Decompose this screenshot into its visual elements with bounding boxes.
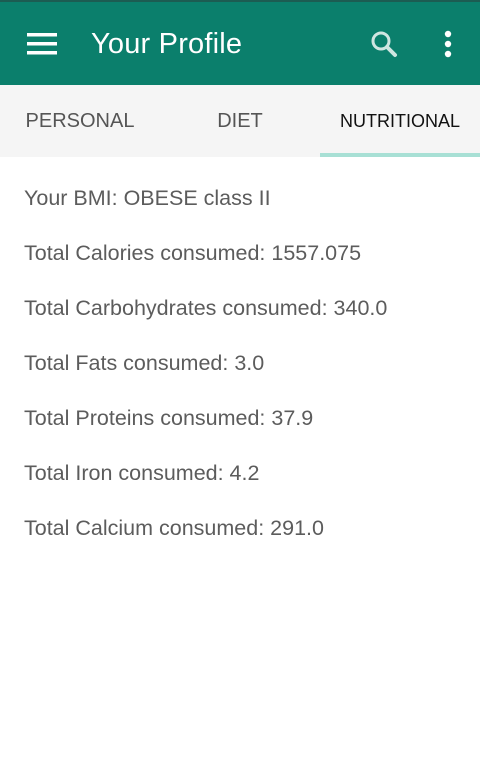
toolbar: Your Profile <box>0 2 480 85</box>
more-vert-icon <box>444 30 452 58</box>
carbohydrates-text: Total Carbohydrates consumed: 340.0 <box>24 296 388 320</box>
fats-text: Total Fats consumed: 3.0 <box>24 351 265 375</box>
proteins-text: Total Proteins consumed: 37.9 <box>24 406 314 430</box>
app-screen: Your Profile PERSONAL DIET NUTRITIONAL Y… <box>0 0 480 763</box>
iron-text: Total Iron consumed: 4.2 <box>24 461 260 485</box>
calcium-text: Total Calcium consumed: 291.0 <box>24 516 324 540</box>
tab-personal[interactable]: PERSONAL <box>0 85 160 157</box>
tab-nutritional[interactable]: NUTRITIONAL <box>320 85 480 157</box>
overflow-menu-button[interactable] <box>426 22 470 66</box>
bmi-text: Your BMI: OBESE class II <box>24 186 271 210</box>
search-button[interactable] <box>362 22 406 66</box>
calories-text: Total Calories consumed: 1557.075 <box>24 241 362 265</box>
search-icon <box>371 31 397 57</box>
page-title: Your Profile <box>91 28 243 60</box>
menu-button[interactable] <box>20 22 64 66</box>
tab-indicator <box>320 153 480 157</box>
tab-diet[interactable]: DIET <box>160 85 320 157</box>
menu-icon <box>27 33 57 55</box>
tab-bar: PERSONAL DIET NUTRITIONAL <box>0 85 480 157</box>
